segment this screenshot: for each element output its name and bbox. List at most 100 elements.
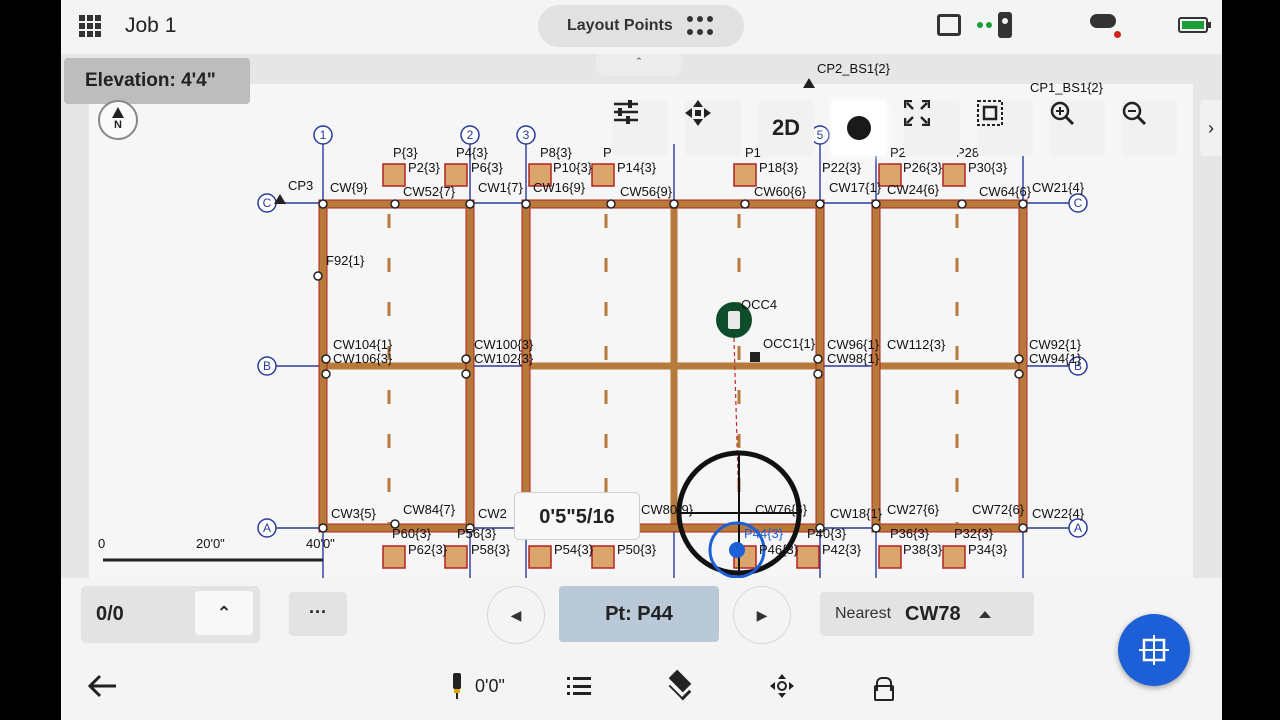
- lock-icon: [874, 677, 894, 701]
- measure-point-button[interactable]: [1118, 614, 1190, 686]
- lock-button[interactable]: [874, 672, 894, 701]
- grid-label-c-right: C: [1074, 196, 1083, 210]
- svg-text:P2{3}: P2{3}: [408, 160, 440, 175]
- zoom-out-button[interactable]: [1121, 100, 1177, 156]
- battery-icon[interactable]: [1178, 17, 1211, 33]
- svg-text:P58{3}: P58{3}: [471, 542, 511, 557]
- selected-point-label: P44{3}: [744, 526, 784, 541]
- svg-text:40'0": 40'0": [306, 536, 335, 551]
- pan-button[interactable]: [685, 100, 741, 156]
- layers-button[interactable]: [667, 669, 693, 701]
- svg-text:P14{3}: P14{3}: [617, 160, 657, 175]
- svg-text:CW3{5}: CW3{5}: [331, 506, 376, 521]
- svg-text:F92{1}: F92{1}: [326, 253, 365, 268]
- svg-text:P40{3}: P40{3}: [807, 526, 847, 541]
- svg-text:CW27{6}: CW27{6}: [887, 502, 940, 517]
- svg-text:CP1_BS1{2}: CP1_BS1{2}: [1030, 80, 1104, 95]
- fit-extents-icon: [904, 100, 930, 126]
- next-point-button[interactable]: ▶: [733, 586, 791, 644]
- offset-measurement: 0'5"5/16: [514, 492, 640, 540]
- chevron-up-icon: ⌃: [216, 603, 232, 623]
- marker-pen-icon: [453, 673, 461, 699]
- cloud-user-icon[interactable]: [1088, 12, 1121, 38]
- north-arrow-icon[interactable]: N: [98, 100, 138, 140]
- svg-text:20'0": 20'0": [196, 536, 225, 551]
- current-point[interactable]: Pt: P44: [559, 586, 719, 642]
- svg-text:CW60{6}: CW60{6}: [754, 184, 807, 199]
- svg-text:P6{3}: P6{3}: [471, 160, 503, 175]
- map-canvas[interactable]: 1 2 3 5 C C B B A A CP2_BS1{2} CP1_BS1{2…: [61, 54, 1222, 578]
- collapse-header-button[interactable]: ˆ: [596, 54, 682, 76]
- layers-icon: [667, 669, 693, 701]
- selection-box-icon: [977, 100, 1003, 126]
- layout-app: Job 1 Layout Points 1 2 3 5 C C B B A A …: [61, 0, 1222, 720]
- point-list-button[interactable]: [567, 672, 591, 700]
- grid-label-b-left: B: [263, 359, 271, 373]
- svg-text:CW72{6}: CW72{6}: [972, 502, 1025, 517]
- mode-selector[interactable]: Layout Points: [538, 5, 744, 47]
- display-settings-button[interactable]: [612, 100, 668, 156]
- svg-text:P42{3}: P42{3}: [822, 542, 862, 557]
- svg-text:P32{3}: P32{3}: [954, 526, 994, 541]
- zoom-out-icon: [1122, 101, 1147, 126]
- svg-text:CW24{6}: CW24{6}: [887, 182, 940, 197]
- chevron-right-icon: ›: [1208, 117, 1214, 138]
- move-arrows-icon: [685, 100, 711, 126]
- connection-dots-icon: [977, 22, 992, 28]
- grid-label-c-left: C: [263, 196, 272, 210]
- svg-text:CW18{1}: CW18{1}: [830, 506, 883, 521]
- bottom-toolbar: 0'0": [61, 650, 1222, 720]
- dots-grid-icon: [686, 16, 717, 36]
- previous-point-button[interactable]: ◀: [487, 586, 545, 644]
- move-arrows-icon: [770, 674, 794, 698]
- svg-text:CW84{7}: CW84{7}: [403, 502, 456, 517]
- svg-text:P46{3}: P46{3}: [759, 542, 799, 557]
- record-button[interactable]: [831, 100, 887, 156]
- svg-text:P36{3}: P36{3}: [890, 526, 930, 541]
- svg-text:P38{3}: P38{3}: [903, 542, 943, 557]
- nearest-point-selector[interactable]: Nearest CW78: [820, 592, 1034, 636]
- svg-text:P62{3}: P62{3}: [408, 542, 448, 557]
- zoom-extents-button[interactable]: [904, 100, 960, 156]
- zoom-in-button[interactable]: [1049, 100, 1105, 156]
- svg-text:P{3}: P{3}: [393, 145, 418, 160]
- svg-text:CW{9}: CW{9}: [330, 180, 368, 195]
- svg-text:CW94{1}: CW94{1}: [1029, 351, 1082, 366]
- more-options-button[interactable]: ···: [289, 592, 347, 636]
- select-region-button[interactable]: [977, 100, 1033, 156]
- apps-grid-icon[interactable]: [79, 15, 101, 37]
- view-2d-button[interactable]: 2D: [758, 100, 814, 156]
- svg-text:CW98{1}: CW98{1}: [827, 351, 880, 366]
- caret-up-icon: [978, 610, 991, 618]
- total-station-icon[interactable]: [998, 12, 1012, 38]
- grid-label-1: 1: [320, 128, 327, 142]
- list-icon: [567, 677, 591, 695]
- caret-left-icon: ◀: [510, 607, 522, 623]
- counter-value: 0/0: [96, 603, 124, 625]
- svg-text:P: P: [603, 145, 612, 160]
- svg-text:P22{3}: P22{3}: [822, 160, 862, 175]
- stakeout-controls: 0/0 ⌃ ··· ◀ Pt: P44 ▶ Nearest CW78: [61, 578, 1222, 686]
- svg-text:CW102{3}: CW102{3}: [474, 351, 534, 366]
- svg-text:CW112{3}: CW112{3}: [887, 337, 946, 352]
- svg-text:P56{3}: P56{3}: [457, 526, 497, 541]
- more-tools-button[interactable]: ›: [1200, 100, 1222, 156]
- svg-text:CW106{3}: CW106{3}: [333, 351, 393, 366]
- record-dot-icon: [847, 116, 871, 140]
- svg-text:P34{3}: P34{3}: [968, 542, 1008, 557]
- svg-text:CW64{6}: CW64{6}: [979, 184, 1032, 199]
- chevron-up-icon: ˆ: [636, 55, 642, 70]
- move-view-button[interactable]: [769, 672, 795, 700]
- tablet-icon[interactable]: [937, 14, 961, 36]
- mode-label: Layout Points: [567, 17, 673, 34]
- counter-expand-button[interactable]: ⌃: [195, 591, 253, 635]
- grid-label-a-left: A: [263, 521, 271, 535]
- svg-text:P60{3}: P60{3}: [392, 526, 432, 541]
- svg-text:CW52{7}: CW52{7}: [403, 184, 456, 199]
- arrow-left-icon: [87, 674, 116, 698]
- nearest-label: Nearest: [835, 605, 892, 622]
- svg-text:P50{3}: P50{3}: [617, 542, 657, 557]
- rod-offset-button[interactable]: 0'0": [451, 672, 505, 700]
- back-button[interactable]: [87, 672, 117, 700]
- grid-label-2: 2: [467, 128, 474, 142]
